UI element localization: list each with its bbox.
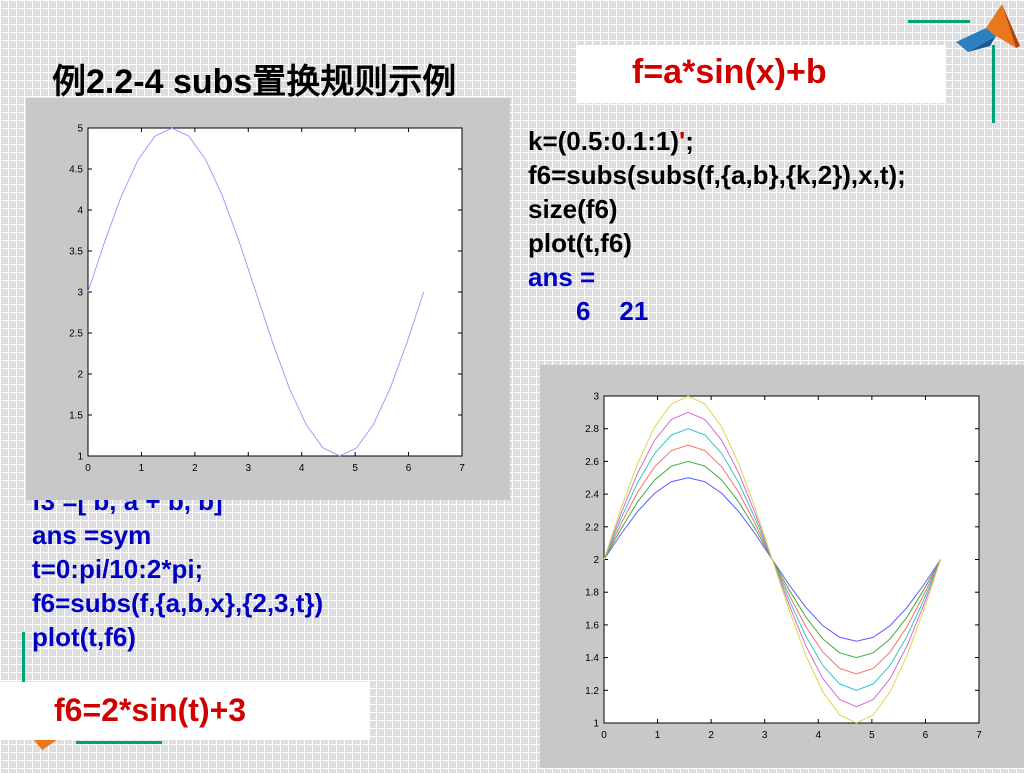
plot2-ytick-label: 2	[593, 555, 599, 566]
plot2-ytick-label: 1.8	[585, 588, 599, 599]
code-line-plot-left: plot(t,f6)	[32, 622, 136, 652]
plot2-xtick-label: 3	[762, 730, 768, 741]
formula-box-top: f=a*sin(x)+b	[576, 45, 946, 103]
code-line-f6-subs: f6=subs(f,{a,b,x},{2,3,t})	[32, 588, 324, 618]
plot2-xtick-label: 1	[655, 730, 661, 741]
plot1-xtick-label: 0	[85, 463, 91, 474]
plot2-ytick-label: 2.8	[585, 424, 599, 435]
plot2-xtick-label: 0	[601, 730, 607, 741]
code-line-plot: plot(t,f6)	[528, 228, 632, 258]
plot1-ytick-label: 2	[77, 370, 83, 381]
code-line-ans-sym: ans =sym	[32, 520, 152, 550]
plot2-ytick-label: 1.2	[585, 686, 599, 697]
plot1-ytick-label: 4.5	[69, 165, 83, 176]
code-block-left: f3 =[ b, a + b, b] ans =sym t=0:pi/10:2*…	[32, 484, 323, 654]
plot-single-sine: 0 1 2 3 4 5 6 711.522.533.544.55	[69, 124, 465, 475]
code-line-t: t=0:pi/10:2*pi;	[32, 554, 204, 584]
plot-panel-multi: 0 1 2 3 4 5 6 7 1 1.2 1.4 1.6 1.8 2 2.2 2.4 2.6 2.8 3	[540, 365, 1024, 768]
plot2-xtick-label: 7	[976, 730, 982, 741]
plot2-ytick-label: 1.4	[585, 653, 599, 664]
plot1-xtick-label: 3	[246, 463, 252, 474]
plot1-axes-box	[87, 127, 463, 457]
plot1-xtick-label: 4	[299, 463, 305, 474]
slide-title: 例2.2-4 subs置换规则示例	[52, 63, 457, 101]
plot1-xtick-label: 7	[459, 463, 465, 474]
plot1-xtick-label: 1	[139, 463, 145, 474]
plot2-ytick-label: 1	[593, 719, 599, 730]
formula-box-bottom: f6=2*sin(t)+3	[0, 682, 370, 740]
code-line-subs: f6=subs(subs(f,{a,b},{k,2}),x,t);	[528, 160, 906, 190]
code-line-size: size(f6)	[528, 194, 618, 224]
plot2-axes-box	[603, 395, 980, 724]
plot1-xtick-label: 6	[406, 463, 412, 474]
plot2-ytick-label: 2.6	[585, 457, 599, 468]
plot1-xtick-label: 5	[352, 463, 358, 474]
plot2-ytick-label: 3	[593, 392, 599, 403]
plot1-ytick-label: 3.5	[69, 247, 83, 258]
plot1-ytick-label: 2.5	[69, 329, 83, 340]
code-block-right: k=(0.5:0.1:1)'; f6=subs(subs(f,{a,b},{k,…	[528, 124, 906, 328]
plot2-ytick-label: 1.6	[585, 620, 599, 631]
code-line-ans: ans =	[528, 262, 596, 292]
plot2-ytick-label: 2.2	[585, 522, 599, 533]
plot2-xtick-label: 6	[923, 730, 929, 741]
plot2-ytick-label: 2.4	[585, 490, 599, 501]
accent-line-horizontal-bottom	[76, 741, 162, 744]
plot-panel-single: 0 1 2 3 4 5 6 7 1 1.5 2 2.5 3 3.5 4 4.5 5	[26, 98, 510, 500]
plot2-xtick-label: 2	[708, 730, 714, 741]
plot1-ytick-label: 1.5	[69, 411, 83, 422]
plot1-ytick-label: 3	[77, 288, 83, 299]
formula-bottom-text: f6=2*sin(t)+3	[54, 692, 247, 728]
plot1-ytick-label: 4	[77, 206, 83, 217]
plot1-ytick-label: 5	[77, 124, 83, 135]
plot2-xtick-label: 5	[869, 730, 875, 741]
code-line-ans-values: 6 21	[576, 296, 649, 326]
formula-top-text: f=a*sin(x)+b	[632, 53, 827, 91]
plot2-xtick-label: 4	[816, 730, 822, 741]
plot1-ytick-label: 1	[77, 452, 83, 463]
code-line-k: k=(0.5:0.1:1)';	[528, 126, 694, 156]
accent-line-vertical-bottom	[22, 632, 25, 688]
matlab-logo-icon	[950, 2, 1022, 58]
plot1-xtick-label: 2	[192, 463, 198, 474]
plot-multi-sine: 0 1 2 3 4 5 6 711.21.41.61.822.22.42.62.83	[585, 392, 982, 742]
